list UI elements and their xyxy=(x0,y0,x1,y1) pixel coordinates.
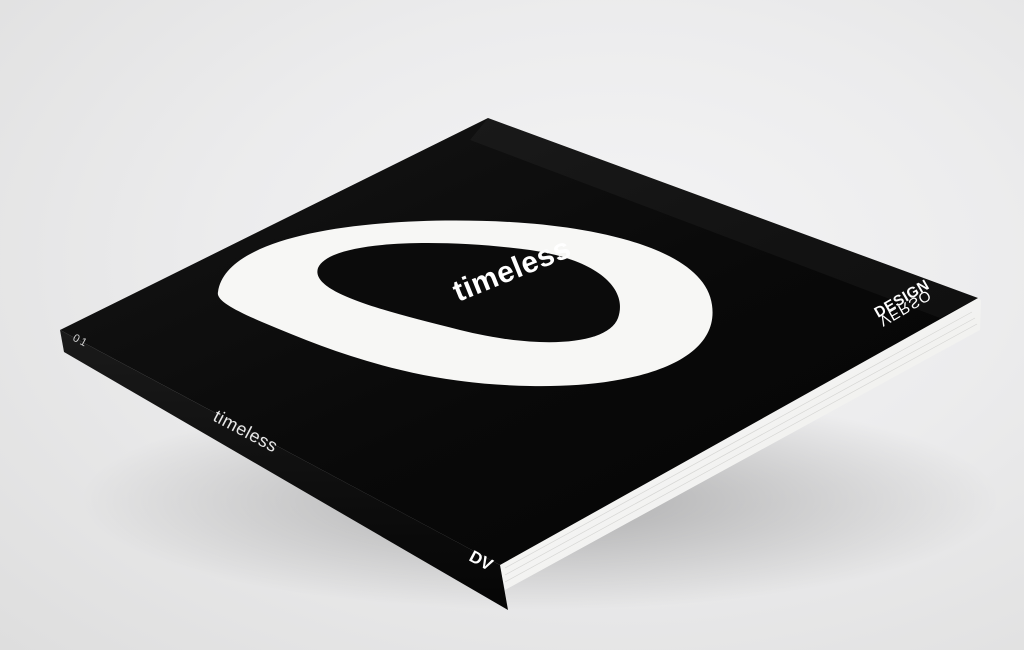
book-illustration: timeless DESIGN VERSO 01 timeless DV xyxy=(60,118,1000,610)
photo-scene: timeless DESIGN VERSO 01 timeless DV xyxy=(0,0,1024,650)
